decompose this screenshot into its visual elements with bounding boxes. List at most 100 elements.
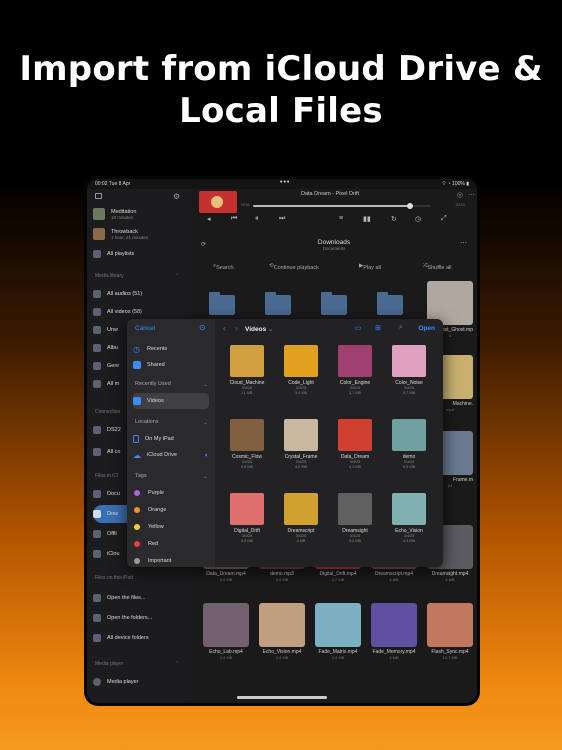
file-tile[interactable]: Fade_Memory.mp4 4 MB	[371, 603, 417, 660]
album-cover[interactable]	[199, 191, 237, 213]
picker-shared[interactable]: Shared	[133, 357, 209, 373]
cloud-icon: ☁	[133, 451, 141, 460]
playlist-item[interactable]: Meditation 10 minutes	[93, 205, 185, 223]
ipad-frame: 00:02 Tue 8 Apr ••• ⌔ ◔ 100% ▮ ⚙ Meditat…	[84, 176, 480, 706]
button-label: Shuffle all	[427, 265, 452, 271]
picker-file-tile[interactable]: Dreamscript 3/4/25 4 MB	[275, 493, 327, 544]
picker-file-tile[interactable]: Color_Engine 3/4/25 3,7 MB	[329, 345, 381, 396]
chevron-down-icon: ⌄	[268, 326, 274, 333]
folder-icon[interactable]	[209, 292, 235, 315]
recently-used-header[interactable]: Recently Used ⌄	[135, 381, 208, 388]
progress-slider[interactable]	[253, 203, 431, 209]
continue-playback-button[interactable]: ⟲ Continue playback	[269, 263, 319, 271]
file-tile[interactable]: Echo_Vision.mp4 4,3 MB	[259, 603, 305, 660]
headline: Import from iCloud Drive & Local Files	[0, 48, 562, 132]
file-tile[interactable]: Fade_Matrix.mp4 4,3 MB	[315, 603, 361, 660]
open-folders-item[interactable]: Open the folders...	[93, 609, 185, 627]
section-label: Media player	[95, 661, 124, 667]
tag-important[interactable]: Important	[133, 553, 209, 567]
sidebar-icon[interactable]: ▮▮	[363, 215, 371, 223]
picker-icloud-drive[interactable]: ☁ iCloud Drive ◐	[133, 447, 209, 463]
file-tile[interactable]: Echo_Lab.mp4 4,3 MB	[203, 603, 249, 660]
new-folder-icon[interactable]: ▭	[355, 324, 362, 332]
section-label: Locations	[135, 419, 159, 425]
grid-view-icon[interactable]: ⊞	[375, 324, 381, 332]
picker-file-tile[interactable]: Crystal_Frame 3/4/25 4,6 MB	[275, 419, 327, 470]
locations-header[interactable]: Locations ⌄	[135, 419, 208, 426]
picker-file-tile[interactable]: Dreamsight 3/4/25 4,2 MB	[329, 493, 381, 544]
file-size: 4 MB	[296, 539, 306, 543]
chevron-down-icon: ⌄	[203, 382, 209, 388]
sidebar-toggle-icon[interactable]	[95, 193, 102, 199]
sidebar-item-label: DS22	[107, 427, 121, 433]
multitask-dots[interactable]: •••	[280, 179, 290, 186]
pause-icon[interactable]: ⏸	[255, 215, 259, 223]
picker-file-tile[interactable]: demo 3/4/25 5,5 MB	[383, 419, 435, 470]
files-icloud-header[interactable]: Files in iCl	[95, 473, 118, 479]
queue-icon[interactable]: ≡	[339, 215, 343, 222]
media-player-header[interactable]: Media player ⌃	[95, 661, 179, 667]
file-tile[interactable]: Flash_Sync.mp4 12,7 MB	[427, 603, 473, 660]
tag-red[interactable]: Red	[133, 536, 209, 552]
media-library-header[interactable]: Media library ⌃	[95, 273, 179, 279]
open-button[interactable]: Open	[418, 325, 435, 332]
file-size: 3,9 MB	[219, 577, 233, 582]
chevron-down-icon: ⌄	[203, 474, 209, 480]
back-icon[interactable]: ‹	[223, 324, 226, 333]
button-label: Play all	[363, 265, 381, 271]
play-all-button[interactable]: ▶ Play all	[359, 263, 381, 271]
picker-file-tile[interactable]: Cloud_Machine 3/4/25 11 MB	[221, 345, 273, 396]
open-files-item[interactable]: Open the files...	[93, 589, 185, 607]
folder-icon[interactable]	[265, 292, 291, 315]
tag-yellow[interactable]: Yellow	[133, 519, 209, 535]
cancel-button[interactable]: Cancel	[135, 325, 155, 332]
volume-icon[interactable]: ◂	[207, 215, 211, 223]
section-label: Tags	[135, 473, 147, 479]
all-playlists-item[interactable]: All playlists	[93, 245, 185, 263]
fullscreen-icon[interactable]: ⤢	[441, 215, 447, 223]
next-icon[interactable]: ⏭	[279, 215, 285, 223]
timer-icon[interactable]: ◷	[415, 215, 421, 223]
tag-orange[interactable]: Orange	[133, 502, 209, 518]
folder-icon[interactable]	[321, 292, 347, 315]
more-icon[interactable]: ⋯	[460, 239, 467, 247]
connections-header[interactable]: Connection	[95, 409, 120, 415]
picker-file-tile[interactable]: Color_Noise 3/4/25 5,7 MB	[383, 345, 435, 396]
more-circle-icon[interactable]: ⊙	[199, 323, 206, 332]
chevron-down-icon: ⌄	[203, 420, 209, 426]
all-device-folders-item[interactable]: All device folders	[93, 629, 185, 647]
picker-title[interactable]: Videos ⌄	[245, 325, 273, 333]
shuffle-all-button[interactable]: ⤮ Shuffle all	[423, 263, 451, 271]
picker-videos[interactable]: Videos	[133, 393, 209, 409]
picker-file-tile[interactable]: Code_Light 3/4/25 3,9 MB	[275, 345, 327, 396]
gear-icon[interactable]: ⚙	[173, 192, 180, 201]
picker-file-tile[interactable]: Cosmic_Flow 3/4/25 6,8 MB	[221, 419, 273, 470]
file-size: 3,7 MB	[331, 577, 345, 582]
tag-purple[interactable]: Purple	[133, 485, 209, 501]
file-size: 11 MB	[241, 391, 253, 395]
file-icon	[93, 594, 101, 602]
refresh-icon[interactable]: ⟳	[201, 241, 206, 248]
folder-icon	[93, 490, 101, 498]
airplay-icon[interactable]: ◎	[457, 191, 463, 199]
media-player-item[interactable]: Media player	[93, 673, 185, 691]
search-icon[interactable]: ⌕	[399, 324, 403, 332]
progress-knob[interactable]	[406, 203, 413, 209]
more-icon[interactable]: ⋯	[468, 191, 475, 199]
playlist-item[interactable]: Throwback 1 hour, 21 minutes	[93, 225, 185, 243]
picker-recents[interactable]: ◷ Recents	[133, 341, 209, 357]
picker-file-tile[interactable]: Data_Dream 3/4/25 4,1 MB	[329, 419, 381, 470]
search-button[interactable]: ⌕ Search	[213, 263, 234, 271]
picker-file-tile[interactable]: Echo_Vision 3/4/25 4,3 MB	[383, 493, 435, 544]
sidebar-item-label: iClou	[107, 551, 120, 557]
sidebar-item-all-audios[interactable]: All audios (51)	[93, 285, 185, 303]
folder-icon[interactable]	[377, 292, 403, 315]
picker-on-my-ipad[interactable]: On My iPad	[133, 431, 209, 447]
previous-icon[interactable]: ⏮	[231, 215, 237, 223]
files-ipad-header[interactable]: Files on this iPad	[95, 575, 133, 581]
cloud-icon	[93, 550, 101, 558]
repeat-icon[interactable]: ↻	[391, 215, 397, 223]
tags-header[interactable]: Tags ⌄	[135, 473, 208, 480]
forward-icon[interactable]: ›	[235, 324, 238, 333]
picker-file-tile[interactable]: Digital_Drift 3/4/25 3,9 MB	[221, 493, 273, 544]
